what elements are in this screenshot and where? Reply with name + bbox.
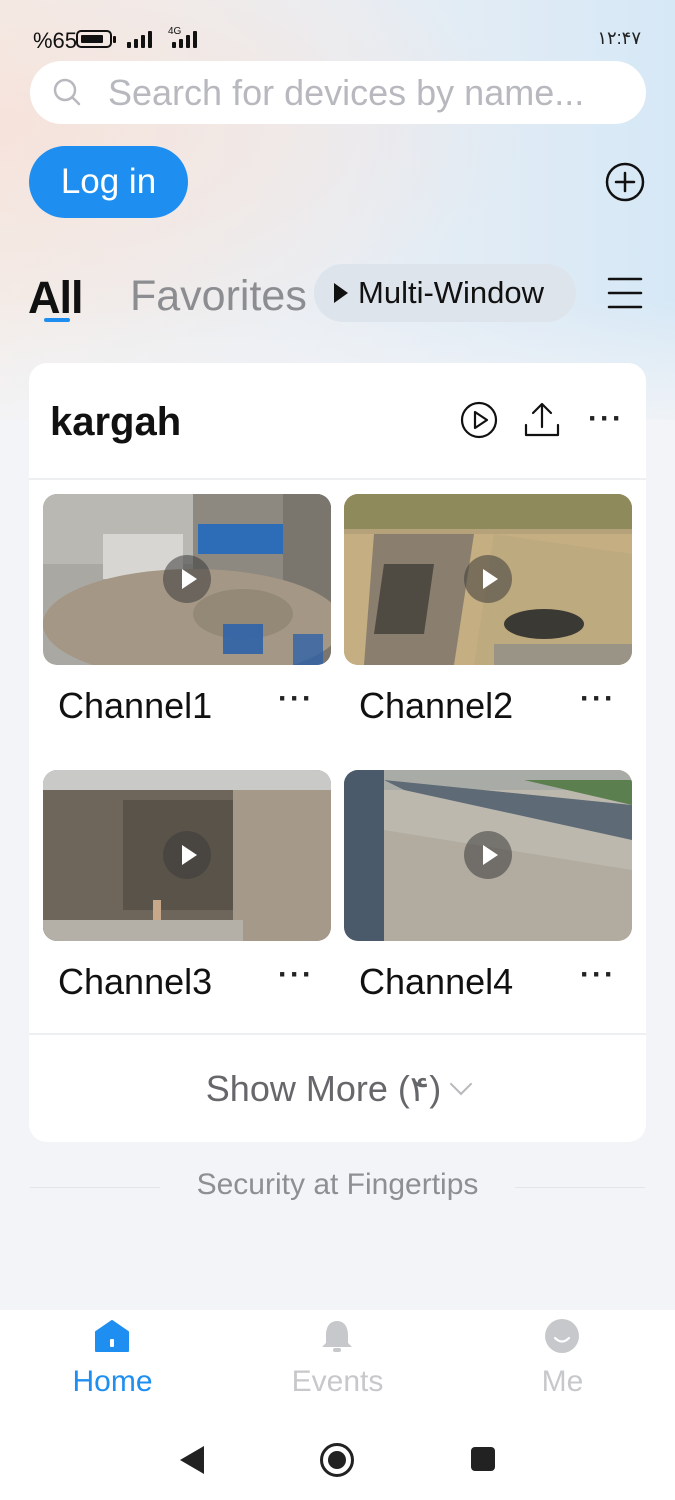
recents-icon[interactable] [470, 1446, 496, 1472]
device-more-icon[interactable]: ··· [588, 404, 624, 434]
device-card: kargah ··· Channel1 ··· Channel2 ··· Cha… [29, 363, 646, 1142]
channel-2-label: Channel2 [359, 685, 514, 726]
menu-icon[interactable] [607, 276, 643, 310]
channel-4-label: Channel4 [359, 961, 514, 1002]
bell-icon [322, 1321, 352, 1352]
home-icon [95, 1320, 129, 1352]
tab-all[interactable]: All [28, 272, 84, 324]
channel-3-thumbnail[interactable] [43, 770, 331, 941]
nav-events-label: Events [291, 1365, 384, 1398]
login-button[interactable]: Log in [29, 146, 188, 218]
nav-events[interactable]: Events [225, 1310, 450, 1410]
home-system-icon[interactable] [319, 1442, 355, 1478]
clock: ۱۲:۴۷ [597, 28, 641, 48]
signal-strength-icon [127, 30, 152, 48]
mobile-signal-icon [172, 30, 197, 48]
channel-1-label: Channel1 [58, 685, 213, 726]
play-icon [163, 555, 211, 603]
show-more-label: Show More (۴) [205, 1067, 442, 1109]
status-bar: %65 4G ۱۲:۴۷ [0, 22, 675, 56]
search-icon [53, 78, 81, 106]
chevron-down-icon [449, 1072, 473, 1095]
channel-4-thumbnail[interactable] [344, 770, 632, 941]
search-bar[interactable] [30, 61, 646, 124]
play-icon [464, 831, 512, 879]
user-icon [545, 1319, 579, 1353]
channel-4-more-icon[interactable]: ··· [580, 960, 616, 990]
channel-1-more-icon[interactable]: ··· [278, 684, 314, 714]
channel-3-more-icon[interactable]: ··· [278, 960, 314, 990]
channel-2-thumbnail[interactable] [344, 494, 632, 665]
search-input[interactable] [106, 69, 630, 117]
nav-me[interactable]: Me [450, 1310, 675, 1410]
back-icon[interactable] [178, 1444, 206, 1476]
play-icon [163, 831, 211, 879]
device-name: kargah [50, 400, 182, 444]
share-icon[interactable] [523, 401, 561, 439]
nav-home[interactable]: Home [0, 1310, 225, 1410]
tab-favorites[interactable]: Favorites [130, 272, 307, 321]
multi-window-label: Multi-Window [358, 275, 545, 310]
nav-home-label: Home [72, 1365, 153, 1398]
battery-icon [76, 30, 116, 48]
multi-window-button[interactable]: Multi-Window [314, 264, 576, 322]
battery-percent: %65 [33, 28, 78, 53]
play-icon [334, 283, 348, 303]
nav-me-label: Me [541, 1365, 584, 1398]
channel-3-label: Channel3 [58, 961, 213, 1002]
play-all-icon[interactable] [460, 401, 498, 439]
divider [29, 478, 646, 480]
tagline: Security at Fingertips [196, 1168, 479, 1201]
show-more-button[interactable]: Show More (۴) [29, 1035, 646, 1142]
channel-1-thumbnail[interactable] [43, 494, 331, 665]
bottom-nav: Home Events Me [0, 1310, 675, 1500]
channel-2-more-icon[interactable]: ··· [580, 684, 616, 714]
tab-active-indicator [44, 318, 70, 322]
add-device-icon[interactable] [604, 161, 646, 203]
play-icon [464, 555, 512, 603]
